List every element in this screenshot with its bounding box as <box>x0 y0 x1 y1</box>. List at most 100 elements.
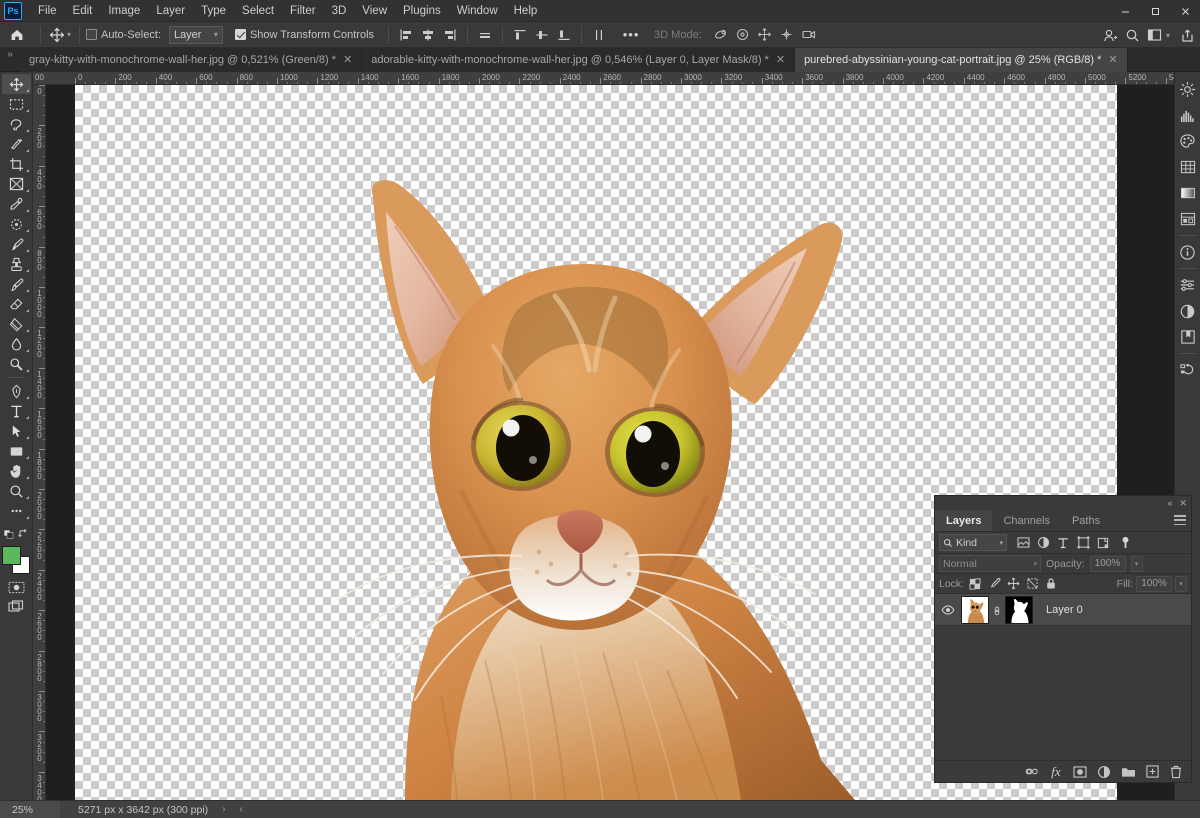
lock-all-icon[interactable] <box>1043 576 1059 592</box>
panel-title-bar[interactable]: « ✕ <box>935 496 1191 510</box>
auto-select-scope-dropdown[interactable]: Layer ▾ <box>168 25 223 44</box>
color-swatches[interactable] <box>1 545 31 575</box>
distribute-vertical-center-icon[interactable] <box>531 24 553 46</box>
distribute-horizontal-icon[interactable] <box>588 24 610 46</box>
blur-tool[interactable] <box>2 334 31 354</box>
menu-edit[interactable]: Edit <box>65 2 101 20</box>
default-colors-and-swap[interactable] <box>2 527 31 541</box>
opacity-stepper-icon[interactable]: ▾ <box>1130 555 1143 572</box>
layer-mask-thumbnail[interactable] <box>1005 595 1033 624</box>
show-transform-controls-checkbox[interactable]: Show Transform Controls <box>234 29 374 41</box>
dodge-tool[interactable] <box>2 354 31 374</box>
menu-view[interactable]: View <box>354 2 395 20</box>
filter-type-icon[interactable] <box>1053 534 1073 552</box>
libraries-icon[interactable] <box>1176 206 1200 232</box>
tab-gray-kitty[interactable]: gray-kitty-with-monochrome-wall-her.jpg … <box>20 48 363 72</box>
workspace-icon[interactable] <box>1144 24 1166 46</box>
menu-select[interactable]: Select <box>234 2 282 20</box>
slide-3d-icon[interactable] <box>776 24 798 46</box>
scale-3d-icon[interactable] <box>798 24 820 46</box>
share-icon[interactable] <box>1176 24 1198 46</box>
distribute-top-icon[interactable] <box>509 24 531 46</box>
rectangular-marquee-tool[interactable] <box>2 94 31 114</box>
lock-transparent-pixels-icon[interactable] <box>967 576 983 592</box>
delete-layer-icon[interactable] <box>1165 762 1187 782</box>
tab-close-icon[interactable]: ✕ <box>343 54 352 66</box>
tab-layers[interactable]: Layers <box>935 510 993 531</box>
auto-select-box[interactable] <box>86 29 98 40</box>
table-row[interactable]: Layer 0 <box>935 594 1191 626</box>
panel-menu-icon[interactable] <box>1174 515 1186 525</box>
home-icon[interactable] <box>4 23 30 47</box>
tab-paths[interactable]: Paths <box>1061 510 1111 531</box>
more-options-button[interactable]: ••• <box>620 24 642 46</box>
crop-tool[interactable] <box>2 154 31 174</box>
chevron-down-icon[interactable]: ▾ <box>1166 31 1170 40</box>
new-group-icon[interactable] <box>1117 762 1139 782</box>
brush-tool[interactable] <box>2 234 31 254</box>
menu-image[interactable]: Image <box>100 2 148 20</box>
patterns-icon[interactable] <box>1176 154 1200 180</box>
align-center-horizontal-icon[interactable] <box>417 24 439 46</box>
tab-overflow-icon[interactable]: » <box>0 48 20 71</box>
adjustments-icon[interactable] <box>1176 272 1200 298</box>
vertical-ruler[interactable]: 0200400600800100012001400160018002000220… <box>33 85 46 800</box>
close-panel-icon[interactable]: ✕ <box>1179 498 1187 509</box>
foreground-color-swatch[interactable] <box>2 546 21 565</box>
fill-value[interactable]: 100% <box>1136 575 1172 592</box>
distribute-bottom-icon[interactable] <box>553 24 575 46</box>
eraser-tool[interactable] <box>2 294 31 314</box>
filter-toggle-icon[interactable] <box>1115 534 1135 552</box>
fill-stepper-icon[interactable]: ▾ <box>1175 575 1187 592</box>
rectangle-tool[interactable] <box>2 441 31 461</box>
pan-3d-icon[interactable] <box>754 24 776 46</box>
menu-filter[interactable]: Filter <box>282 2 324 20</box>
minimize-button[interactable] <box>1110 0 1140 22</box>
frame-tool[interactable] <box>2 174 31 194</box>
quick-mask-icon[interactable] <box>2 577 31 597</box>
rotate-3d-icon[interactable] <box>710 24 732 46</box>
filter-kind-dropdown[interactable]: Kind ▾ <box>939 534 1007 551</box>
new-adjustment-layer-icon[interactable] <box>1093 762 1115 782</box>
spot-healing-brush-tool[interactable] <box>2 214 31 234</box>
menu-help[interactable]: Help <box>506 2 546 20</box>
filter-smart-object-icon[interactable] <box>1093 534 1113 552</box>
horizontal-type-tool[interactable] <box>2 401 31 421</box>
zoom-tool[interactable] <box>2 481 31 501</box>
new-layer-icon[interactable] <box>1141 762 1163 782</box>
blend-mode-dropdown[interactable]: Normal ▾ <box>939 555 1041 572</box>
eyedropper-tool[interactable] <box>2 194 31 214</box>
filter-pixel-icon[interactable] <box>1013 534 1033 552</box>
tab-close-icon[interactable]: ✕ <box>1108 54 1117 66</box>
align-right-icon[interactable] <box>439 24 461 46</box>
status-expand-arrow[interactable]: › <box>208 804 225 815</box>
tab-purebred-abyssinian[interactable]: purebred-abyssinian-young-cat-portrait.j… <box>795 48 1128 72</box>
move-tool[interactable] <box>1 74 31 94</box>
link-layers-icon[interactable] <box>1021 762 1043 782</box>
hand-tool[interactable] <box>2 461 31 481</box>
layers-list[interactable]: Layer 0 <box>935 594 1191 760</box>
history-icon[interactable] <box>1176 357 1200 383</box>
zoom-level[interactable]: 25% <box>0 800 60 818</box>
lasso-tool[interactable] <box>2 114 31 134</box>
menu-window[interactable]: Window <box>449 2 506 20</box>
menu-3d[interactable]: 3D <box>324 2 355 20</box>
edit-toolbar-tool[interactable] <box>2 501 31 521</box>
current-tool-move[interactable]: ▾ <box>47 27 73 43</box>
info-icon[interactable] <box>1176 239 1200 265</box>
pen-tool[interactable] <box>2 381 31 401</box>
layer-name[interactable]: Layer 0 <box>1046 604 1083 616</box>
close-button[interactable] <box>1170 0 1200 22</box>
auto-select-checkbox[interactable]: Auto-Select: <box>86 29 161 41</box>
add-user-icon[interactable] <box>1100 24 1122 46</box>
screen-mode-icon[interactable] <box>2 597 31 617</box>
swatches-icon[interactable] <box>1176 128 1200 154</box>
histogram-icon[interactable] <box>1176 102 1200 128</box>
clone-stamp-tool[interactable] <box>2 254 31 274</box>
menu-layer[interactable]: Layer <box>148 2 193 20</box>
gradients-icon[interactable] <box>1176 180 1200 206</box>
filter-shape-icon[interactable] <box>1073 534 1093 552</box>
opacity-value[interactable]: 100% <box>1089 555 1126 572</box>
lock-position-icon[interactable] <box>1005 576 1021 592</box>
tab-adorable-kitty[interactable]: adorable-kitty-with-monochrome-wall-her.… <box>362 48 796 72</box>
